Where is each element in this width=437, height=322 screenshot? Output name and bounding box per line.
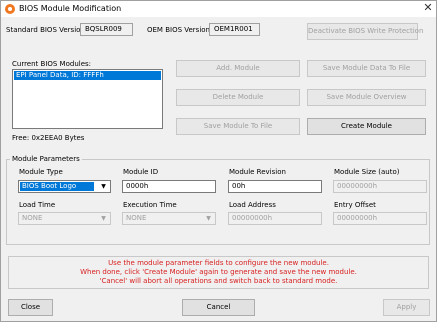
oem-bios-version-value: OEM1R001	[209, 23, 260, 36]
module-revision-field[interactable]: 00h	[228, 180, 322, 193]
add-module-button[interactable]: Add. Module	[176, 60, 300, 77]
execution-time-value: NONE	[126, 214, 147, 222]
entry-offset-field[interactable]: 00000000h	[333, 212, 427, 225]
chevron-down-icon[interactable]: ▼	[98, 182, 109, 191]
bios-module-modification-window: BIOS Module Modification ✕ Standard BIOS…	[0, 0, 437, 322]
load-time-select[interactable]: NONE ▼	[18, 212, 111, 225]
execution-time-label: Execution Time	[123, 201, 177, 209]
close-icon[interactable]: ✕	[421, 1, 435, 15]
deactivate-write-protection-button[interactable]: Deactivate BIOS Write Protection	[307, 23, 423, 40]
execution-time-select[interactable]: NONE ▼	[122, 212, 216, 225]
message-line: When done, click 'Create Module' again t…	[80, 268, 357, 276]
load-time-value: NONE	[22, 214, 43, 222]
message-line: 'Cancel' will abort all operations and s…	[99, 277, 338, 285]
title-bar: BIOS Module Modification ✕	[1, 1, 436, 17]
save-module-data-button[interactable]: Save Module Data To File	[307, 60, 426, 77]
module-size-label: Module Size (auto)	[334, 168, 400, 176]
module-id-label: Module ID	[123, 168, 159, 176]
standard-bios-version-label: Standard BIOS Version:	[6, 26, 88, 34]
save-module-to-file-button[interactable]: Save Module To File	[176, 118, 300, 135]
message-line: Use the module parameter fields to confi…	[108, 259, 329, 267]
free-space-text: Free: 0x2EEA0 Bytes	[12, 134, 85, 142]
create-module-button[interactable]: Create Module	[307, 118, 426, 135]
window-title: BIOS Module Modification	[19, 4, 122, 13]
load-address-field[interactable]: 00000000h	[228, 212, 322, 225]
current-modules-label: Current BIOS Modules:	[12, 60, 92, 68]
list-item[interactable]: EPI Panel Data, ID: FFFFh	[14, 71, 161, 80]
apply-button[interactable]: Apply	[383, 299, 430, 316]
standard-bios-version-value: BQSLR009	[80, 23, 133, 36]
close-button[interactable]: Close	[8, 299, 53, 316]
module-revision-label: Module Revision	[229, 168, 286, 176]
delete-module-button[interactable]: Delete Module	[176, 89, 300, 106]
chevron-down-icon[interactable]: ▼	[98, 214, 109, 223]
module-type-value: BIOS Boot Logo	[20, 182, 94, 191]
module-id-field[interactable]: 0000h	[122, 180, 216, 193]
module-parameters-title: Module Parameters	[10, 155, 82, 163]
cancel-button[interactable]: Cancel	[182, 299, 255, 316]
message-area: Use the module parameter fields to confi…	[8, 256, 429, 289]
app-logo-icon	[5, 4, 15, 14]
module-size-field: 00000000h	[333, 180, 427, 193]
load-address-label: Load Address	[229, 201, 276, 209]
entry-offset-label: Entry Offset	[334, 201, 376, 209]
modules-list[interactable]: EPI Panel Data, ID: FFFFh	[12, 69, 163, 129]
load-time-label: Load Time	[19, 201, 56, 209]
module-type-select[interactable]: BIOS Boot Logo ▼	[18, 180, 111, 193]
module-type-label: Module Type	[19, 168, 63, 176]
chevron-down-icon[interactable]: ▼	[203, 214, 214, 223]
save-module-overview-button[interactable]: Save Module Overview	[307, 89, 426, 106]
oem-bios-version-label: OEM BIOS Version:	[147, 26, 213, 34]
